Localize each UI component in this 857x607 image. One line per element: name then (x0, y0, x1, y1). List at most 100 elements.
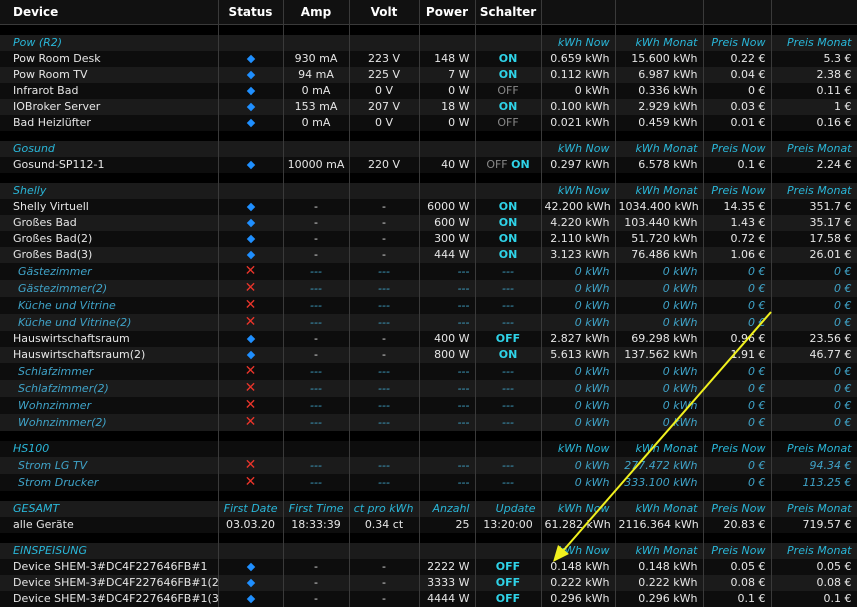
switch-toggle[interactable]: ON (475, 67, 541, 83)
section-col-label (218, 183, 283, 199)
section-col-label (283, 441, 349, 457)
switch-state-label[interactable]: ON (499, 248, 518, 261)
spacer-cell (703, 173, 771, 183)
switch-toggle[interactable]: ON (475, 99, 541, 115)
table-row: Infrarot Bad0 mA0 V0 WOFF0 kWh0.336 kWh0… (0, 83, 857, 99)
switch-toggle[interactable]: ON (475, 347, 541, 363)
spacer-cell (419, 431, 475, 441)
preis-monat-value: 0 € (771, 314, 857, 331)
kwh-now-value: 0.296 kWh (541, 591, 615, 607)
switch-toggle[interactable]: ON (475, 231, 541, 247)
volt-value: - (349, 199, 419, 215)
switch-state-label[interactable]: OFF (497, 84, 518, 97)
switch-off-label[interactable]: OFF (486, 158, 511, 171)
preis-monat-value: 2.24 € (771, 157, 857, 173)
status-cell (218, 115, 283, 131)
section-col-label: Preis Monat (771, 141, 857, 157)
spacer-cell (419, 491, 475, 501)
switch-on-label[interactable]: ON (511, 158, 530, 171)
switch-state-label[interactable]: ON (499, 216, 518, 229)
spacer-cell (615, 173, 703, 183)
section-header-row: GESAMTFirst DateFirst Timect pro kWhAnza… (0, 501, 857, 517)
device-name: Gästezimmer (0, 263, 218, 280)
switch-toggle[interactable]: ON (475, 215, 541, 231)
spacer-cell (0, 173, 218, 183)
switch-toggle[interactable]: ON (475, 199, 541, 215)
switch-state-label[interactable]: ON (499, 200, 518, 213)
section-col-label (349, 35, 419, 51)
section-col-label (475, 441, 541, 457)
col-kwh-monat-head (615, 0, 703, 25)
device-name: alle Geräte (0, 517, 218, 533)
kwh-now-value: 0 kWh (541, 83, 615, 99)
spacer-cell (771, 25, 857, 36)
volt-value: 0 V (349, 83, 419, 99)
switch-state-label[interactable]: ON (499, 232, 518, 245)
volt-value: --- (349, 474, 419, 491)
switch-toggle[interactable]: OFF (475, 559, 541, 575)
x-status-icon: ✕ (245, 397, 257, 413)
section-col-label: Preis Now (703, 183, 771, 199)
switch-state-label[interactable]: ON (499, 348, 518, 361)
spacer-cell (475, 131, 541, 141)
section-spacer (0, 491, 857, 501)
device-name: Device SHEM-3#DC4F227646FB#1 (0, 559, 218, 575)
switch-toggle[interactable]: OFF (475, 331, 541, 347)
preis-now-value: 0.1 € (703, 591, 771, 607)
switch-state-label[interactable]: ON (499, 68, 518, 81)
kwh-monat-value: 51.720 kWh (615, 231, 703, 247)
section-spacer (0, 131, 857, 141)
spacer-cell (541, 131, 615, 141)
switch-state-label[interactable]: ON (499, 52, 518, 65)
spacer-cell (283, 131, 349, 141)
spacer-cell (771, 173, 857, 183)
switch-toggle: --- (475, 314, 541, 331)
switch-state-label[interactable]: ON (499, 100, 518, 113)
volt-value: --- (349, 397, 419, 414)
section-col-label (283, 183, 349, 199)
switch-toggle[interactable]: ON (475, 51, 541, 67)
section-col-label: Preis Now (703, 441, 771, 457)
amp-value: - (283, 575, 349, 591)
spacer-cell (475, 533, 541, 543)
switch-state-label[interactable]: OFF (496, 576, 520, 589)
switch-toggle[interactable]: OFF (475, 115, 541, 131)
spacer-cell (0, 131, 218, 141)
status-cell (218, 215, 283, 231)
switch-toggle[interactable]: ON (475, 247, 541, 263)
kwh-monat-value: 2116.364 kWh (615, 517, 703, 533)
kwh-now-value: 0.222 kWh (541, 575, 615, 591)
section-header-row: Pow (R2)kWh NowkWh MonatPreis NowPreis M… (0, 35, 857, 51)
switch-toggle[interactable]: OFF (475, 575, 541, 591)
table-row: Schlafzimmer(2)✕------------0 kWh0 kWh0 … (0, 380, 857, 397)
kwh-now-value: 0 kWh (541, 474, 615, 491)
switch-state-label[interactable]: OFF (496, 592, 520, 605)
switch-state-label[interactable]: OFF (497, 116, 518, 129)
preis-monat-value: 35.17 € (771, 215, 857, 231)
section-col-label: First Date (218, 501, 283, 517)
section-col-label: kWh Monat (615, 543, 703, 559)
preis-now-value: 14.35 € (703, 199, 771, 215)
status-cell (218, 591, 283, 607)
table-row: Großes Bad(3)--444 WON3.123 kWh76.486 kW… (0, 247, 857, 263)
spacer-cell (283, 173, 349, 183)
diamond-status-icon (246, 161, 254, 169)
preis-now-value: 0 € (703, 297, 771, 314)
spacer-cell (615, 533, 703, 543)
diamond-status-icon (246, 87, 254, 95)
status-cell (218, 575, 283, 591)
volt-value: --- (349, 314, 419, 331)
switch-toggle[interactable]: OFF ON (475, 157, 541, 173)
volt-value: 223 V (349, 51, 419, 67)
kwh-now-value: 0.659 kWh (541, 51, 615, 67)
kwh-now-value: 0.148 kWh (541, 559, 615, 575)
spacer-cell (703, 431, 771, 441)
amp-value: - (283, 215, 349, 231)
switch-toggle[interactable]: OFF (475, 83, 541, 99)
switch-toggle[interactable]: OFF (475, 591, 541, 607)
section-col-label: kWh Now (541, 141, 615, 157)
table-row: Gosund-SP112-110000 mA220 V40 WOFF ON0.2… (0, 157, 857, 173)
switch-state-label[interactable]: OFF (496, 332, 520, 345)
switch-state-label[interactable]: OFF (496, 560, 520, 573)
table-row: Strom LG TV✕------------0 kWh277.472 kWh… (0, 457, 857, 474)
